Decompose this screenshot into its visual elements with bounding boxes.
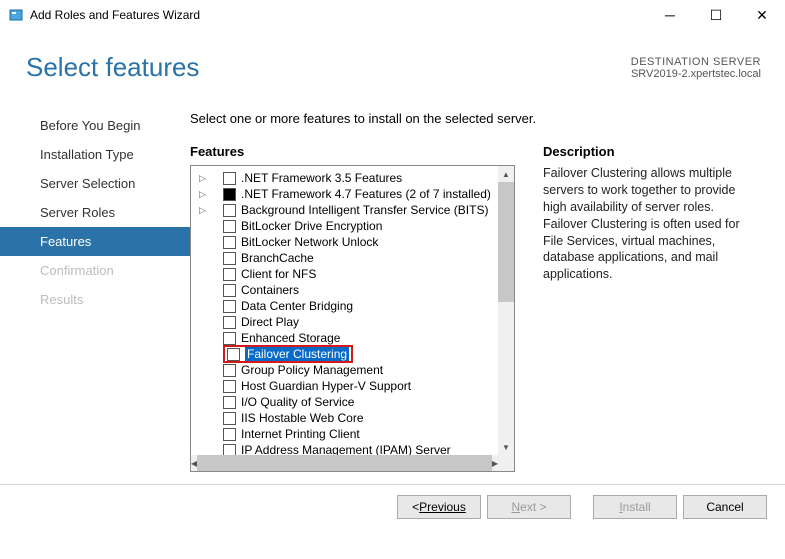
feature-checkbox[interactable] bbox=[223, 396, 236, 409]
feature-label: Background Intelligent Transfer Service … bbox=[241, 203, 488, 217]
feature-row[interactable]: Containers bbox=[191, 282, 498, 298]
feature-row[interactable]: IIS Hostable Web Core bbox=[191, 410, 498, 426]
feature-label: I/O Quality of Service bbox=[241, 395, 354, 409]
destination-label: DESTINATION SERVER bbox=[631, 56, 761, 68]
wizard-step-features[interactable]: Features bbox=[0, 227, 190, 256]
install-button: Install bbox=[593, 495, 677, 519]
feature-label: Client for NFS bbox=[241, 267, 316, 281]
expand-caret-icon[interactable]: ▷ bbox=[199, 173, 211, 184]
close-button[interactable]: ✕ bbox=[739, 0, 785, 30]
feature-label: Group Policy Management bbox=[241, 363, 383, 377]
feature-label: IP Address Management (IPAM) Server bbox=[241, 443, 451, 455]
feature-label: Internet Printing Client bbox=[241, 427, 360, 441]
scrollbar-corner bbox=[498, 455, 514, 471]
feature-label: Host Guardian Hyper-V Support bbox=[241, 379, 411, 393]
feature-label: Data Center Bridging bbox=[241, 299, 353, 313]
feature-row[interactable]: Host Guardian Hyper-V Support bbox=[191, 378, 498, 394]
vertical-scrollbar[interactable]: ▲ ▼ bbox=[498, 166, 514, 455]
feature-checkbox[interactable] bbox=[223, 284, 236, 297]
instruction-text: Select one or more features to install o… bbox=[190, 111, 761, 126]
expand-caret-icon[interactable]: ▷ bbox=[199, 205, 211, 216]
feature-checkbox[interactable] bbox=[227, 348, 240, 361]
features-heading: Features bbox=[190, 144, 515, 159]
feature-label: Failover Clustering bbox=[245, 347, 349, 361]
feature-checkbox[interactable] bbox=[223, 364, 236, 377]
destination-value: SRV2019-2.xpertstec.local bbox=[631, 68, 761, 80]
feature-row[interactable]: ▷ .NET Framework 4.7 Features (2 of 7 ins… bbox=[191, 186, 498, 202]
description-heading: Description bbox=[543, 144, 761, 159]
feature-label: Enhanced Storage bbox=[241, 331, 340, 345]
feature-row[interactable]: BitLocker Drive Encryption bbox=[191, 218, 498, 234]
wizard-step-server-selection[interactable]: Server Selection bbox=[0, 169, 190, 198]
next-button[interactable]: Next > bbox=[487, 495, 571, 519]
app-icon bbox=[8, 7, 24, 23]
wizard-steps-sidebar: Before You BeginInstallation TypeServer … bbox=[0, 111, 190, 472]
wizard-step-confirmation: Confirmation bbox=[0, 256, 190, 285]
description-text: Failover Clustering allows multiple serv… bbox=[543, 165, 761, 283]
wizard-step-server-roles[interactable]: Server Roles bbox=[0, 198, 190, 227]
feature-row[interactable]: ▷ .NET Framework 3.5 Features bbox=[191, 170, 498, 186]
feature-row[interactable]: Group Policy Management bbox=[191, 362, 498, 378]
previous-button[interactable]: < Previous bbox=[397, 495, 481, 519]
feature-row[interactable]: IP Address Management (IPAM) Server bbox=[191, 442, 498, 455]
destination-info: DESTINATION SERVER SRV2019-2.xpertstec.l… bbox=[631, 56, 761, 80]
feature-checkbox[interactable] bbox=[223, 268, 236, 281]
feature-row[interactable]: BitLocker Network Unlock bbox=[191, 234, 498, 250]
scroll-up-button[interactable]: ▲ bbox=[498, 166, 514, 182]
feature-label: Direct Play bbox=[241, 315, 299, 329]
feature-row[interactable]: Data Center Bridging bbox=[191, 298, 498, 314]
scroll-down-button[interactable]: ▼ bbox=[498, 439, 514, 455]
minimize-button[interactable]: ─ bbox=[647, 0, 693, 30]
feature-row[interactable]: I/O Quality of Service bbox=[191, 394, 498, 410]
feature-checkbox[interactable] bbox=[223, 188, 236, 201]
wizard-footer: < Previous Next > Install Cancel bbox=[0, 484, 785, 519]
feature-checkbox[interactable] bbox=[223, 380, 236, 393]
feature-label: .NET Framework 4.7 Features (2 of 7 inst… bbox=[241, 187, 491, 201]
feature-checkbox[interactable] bbox=[223, 252, 236, 265]
scroll-thumb-vertical[interactable] bbox=[498, 182, 514, 302]
wizard-step-before-you-begin[interactable]: Before You Begin bbox=[0, 111, 190, 140]
feature-checkbox[interactable] bbox=[223, 316, 236, 329]
scroll-thumb-horizontal[interactable] bbox=[197, 455, 492, 471]
feature-row[interactable]: Failover Clustering bbox=[191, 346, 498, 362]
expand-caret-icon[interactable]: ▷ bbox=[199, 189, 211, 200]
feature-checkbox[interactable] bbox=[223, 172, 236, 185]
features-tree: ▷ .NET Framework 3.5 Features ▷ .NET Framew… bbox=[190, 165, 515, 472]
cancel-button[interactable]: Cancel bbox=[683, 495, 767, 519]
feature-checkbox[interactable] bbox=[223, 332, 236, 345]
feature-checkbox[interactable] bbox=[223, 444, 236, 456]
window-title: Add Roles and Features Wizard bbox=[30, 8, 647, 22]
content-area: Select features DESTINATION SERVER SRV20… bbox=[0, 30, 785, 519]
feature-row[interactable]: BranchCache bbox=[191, 250, 498, 266]
feature-checkbox[interactable] bbox=[223, 300, 236, 313]
feature-label: BranchCache bbox=[241, 251, 314, 265]
feature-label: Containers bbox=[241, 283, 299, 297]
feature-label: BitLocker Drive Encryption bbox=[241, 219, 382, 233]
maximize-button[interactable]: ☐ bbox=[693, 0, 739, 30]
feature-row[interactable]: Client for NFS bbox=[191, 266, 498, 282]
feature-row[interactable]: ▷ Background Intelligent Transfer Service… bbox=[191, 202, 498, 218]
feature-checkbox[interactable] bbox=[223, 428, 236, 441]
titlebar: Add Roles and Features Wizard ─ ☐ ✕ bbox=[0, 0, 785, 30]
feature-label: BitLocker Network Unlock bbox=[241, 235, 378, 249]
feature-row[interactable]: Internet Printing Client bbox=[191, 426, 498, 442]
feature-checkbox[interactable] bbox=[223, 236, 236, 249]
horizontal-scrollbar[interactable]: ◀ ▶ bbox=[191, 455, 498, 471]
wizard-step-results: Results bbox=[0, 285, 190, 314]
annotation-highlight: Failover Clustering bbox=[223, 345, 353, 363]
feature-label: .NET Framework 3.5 Features bbox=[241, 171, 402, 185]
feature-label: IIS Hostable Web Core bbox=[241, 411, 364, 425]
feature-row[interactable]: Enhanced Storage bbox=[191, 330, 498, 346]
wizard-step-installation-type[interactable]: Installation Type bbox=[0, 140, 190, 169]
feature-checkbox[interactable] bbox=[223, 412, 236, 425]
feature-row[interactable]: Direct Play bbox=[191, 314, 498, 330]
feature-checkbox[interactable] bbox=[223, 204, 236, 217]
feature-checkbox[interactable] bbox=[223, 220, 236, 233]
